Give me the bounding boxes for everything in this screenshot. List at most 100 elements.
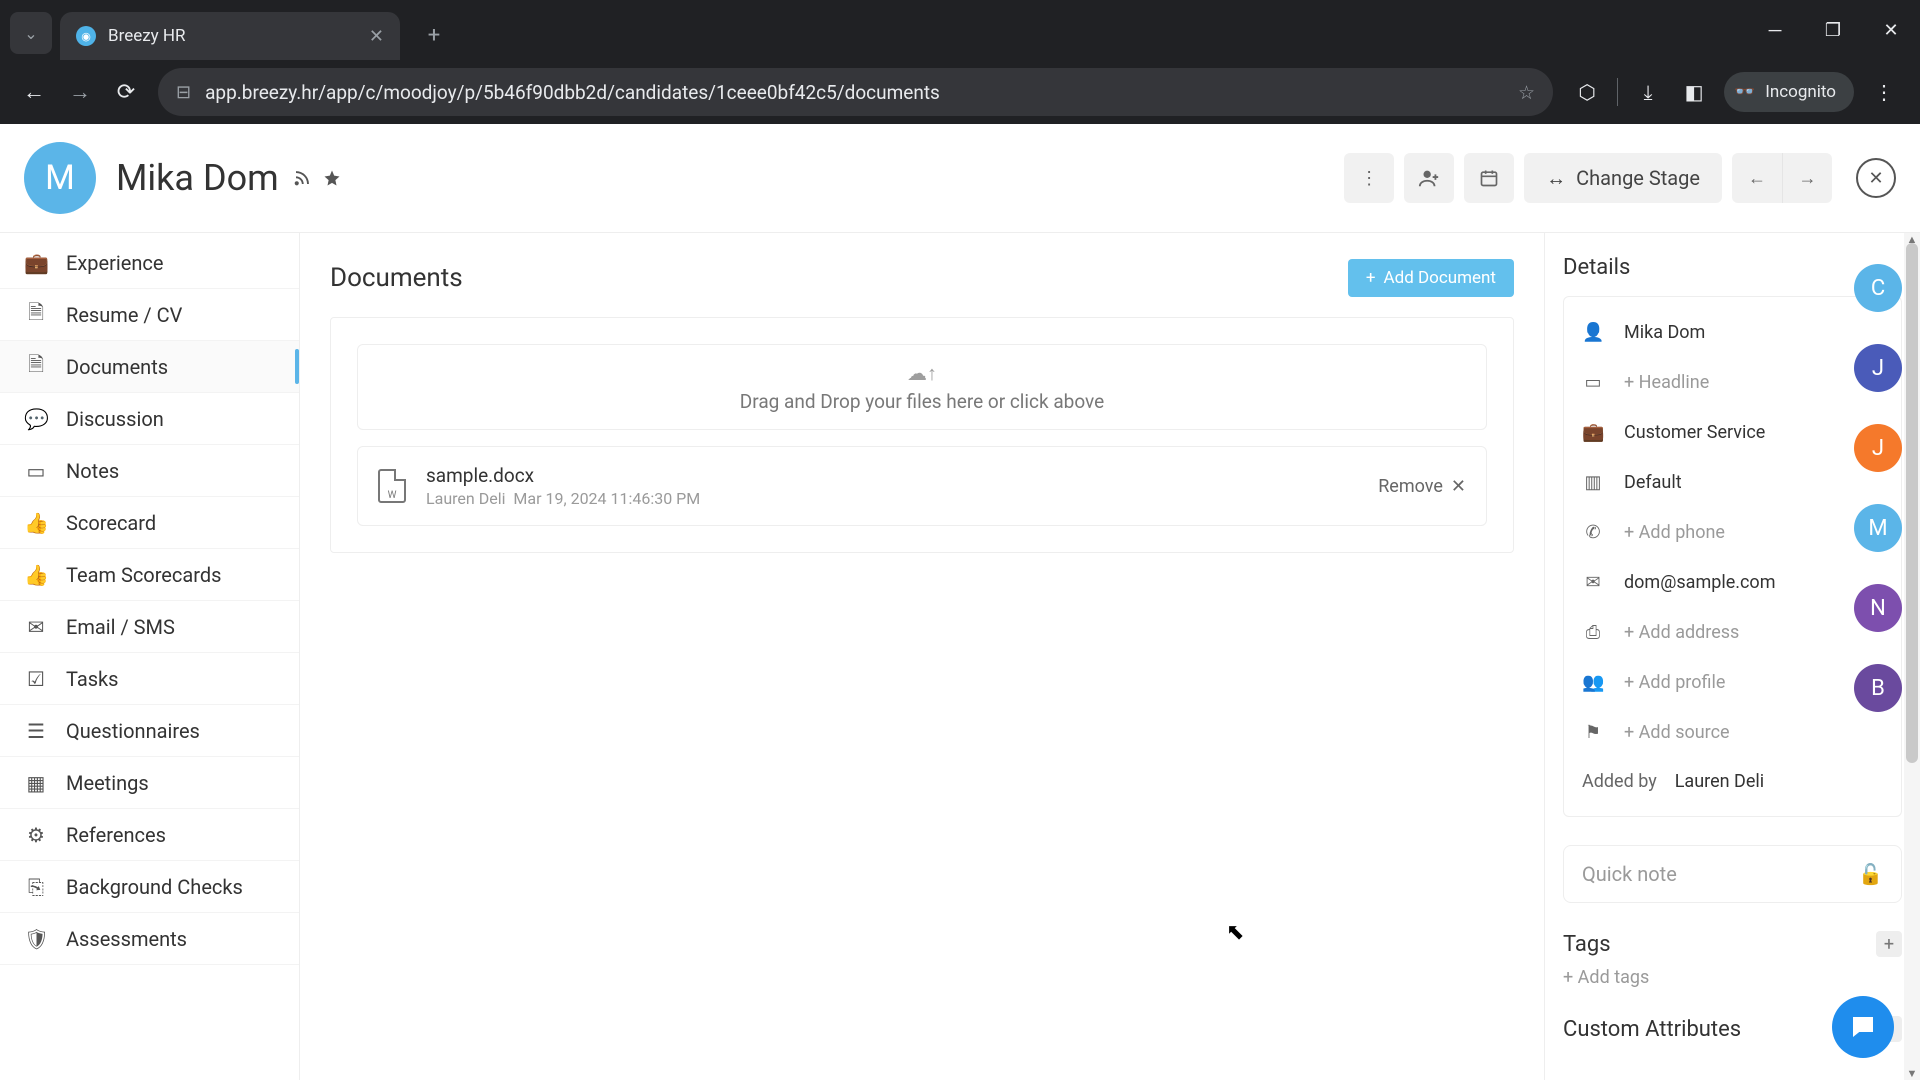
candidate-avatar[interactable]: M bbox=[24, 142, 96, 214]
add-document-button[interactable]: + Add Document bbox=[1348, 259, 1514, 297]
window-close[interactable]: ✕ bbox=[1862, 0, 1920, 60]
headline-icon: ▭ bbox=[1582, 372, 1604, 393]
window-minimize[interactable]: ─ bbox=[1746, 0, 1804, 60]
sidebar-item-label: Meetings bbox=[66, 771, 149, 795]
file-dropzone[interactable]: ☁↑ Drag and Drop your files here or clic… bbox=[357, 344, 1487, 430]
new-tab-button[interactable]: + bbox=[418, 23, 450, 48]
candidate-header: M Mika Dom ⋮ ↔ Change Stage ← bbox=[0, 124, 1920, 232]
detail-source[interactable]: ⚑+ Add source bbox=[1564, 707, 1901, 757]
nav-forward: → bbox=[60, 72, 100, 112]
scroll-down-icon[interactable]: ▼ bbox=[1906, 1067, 1918, 1080]
sidebar-item-label: Tasks bbox=[66, 667, 119, 691]
sidebar-item-label: Questionnaires bbox=[66, 719, 200, 743]
sidebar-item-documents[interactable]: 🗎Documents bbox=[0, 341, 299, 393]
close-panel-button[interactable]: ✕ bbox=[1856, 158, 1896, 198]
remove-document-button[interactable]: Remove ✕ bbox=[1378, 476, 1466, 497]
detail-phone[interactable]: ✆+ Add phone bbox=[1564, 507, 1901, 557]
sidebar-item-references[interactable]: ⚙References bbox=[0, 809, 299, 861]
swap-icon: ↔ bbox=[1546, 166, 1566, 191]
address-bar[interactable]: ⊟ app.breezy.hr/app/c/moodjoy/p/5b46f90d… bbox=[158, 68, 1553, 116]
sidebar-item-email-sms[interactable]: ✉Email / SMS bbox=[0, 601, 299, 653]
detail-email[interactable]: ✉dom@sample.com bbox=[1564, 557, 1901, 607]
rss-icon[interactable] bbox=[293, 169, 311, 187]
tabs-dropdown[interactable]: ⌄ bbox=[10, 12, 52, 54]
add-document-label: Add Document bbox=[1384, 268, 1496, 288]
chat-icon: 💬 bbox=[24, 407, 48, 431]
collaborator-avatar[interactable]: J bbox=[1854, 424, 1902, 472]
collaborator-avatar[interactable]: C bbox=[1854, 264, 1902, 312]
collaborator-avatar[interactable]: J bbox=[1854, 344, 1902, 392]
sidebar-item-tasks[interactable]: ☑ Tasks bbox=[0, 653, 299, 705]
check-icon: ☑ bbox=[24, 667, 48, 691]
nav-back[interactable]: ← bbox=[14, 72, 54, 112]
added-by-value: Lauren Deli bbox=[1675, 771, 1764, 792]
sidebar-item-label: Documents bbox=[66, 355, 168, 379]
star-icon[interactable] bbox=[323, 169, 341, 187]
sidebar-item-label: Assessments bbox=[66, 927, 187, 951]
site-info-icon[interactable]: ⊟ bbox=[176, 82, 191, 103]
next-candidate-button[interactable]: → bbox=[1782, 153, 1832, 203]
downloads-icon[interactable]: ⤓ bbox=[1626, 70, 1670, 114]
collaborator-avatar[interactable]: N bbox=[1854, 584, 1902, 632]
add-tag-button[interactable]: + bbox=[1876, 931, 1902, 957]
sidebar-item-discussion[interactable]: 💬Discussion bbox=[0, 393, 299, 445]
sidebar-item-questionnaires[interactable]: ☰Questionnaires bbox=[0, 705, 299, 757]
document-row[interactable]: W sample.docx Lauren Deli Mar 19, 2024 1… bbox=[357, 446, 1487, 526]
help-chat-fab[interactable] bbox=[1832, 996, 1894, 1058]
change-stage-button[interactable]: ↔ Change Stage bbox=[1524, 153, 1722, 203]
schedule-button[interactable] bbox=[1464, 153, 1514, 203]
cloud-upload-icon: ☁↑ bbox=[907, 361, 937, 386]
browser-menu-icon[interactable]: ⋮ bbox=[1862, 70, 1906, 114]
incognito-badge[interactable]: 👓 Incognito bbox=[1724, 72, 1854, 112]
detail-profile[interactable]: 👥+ Add profile bbox=[1564, 657, 1901, 707]
quick-note-input[interactable]: Quick note 🔓 bbox=[1563, 845, 1902, 903]
favicon: ◉ bbox=[76, 26, 96, 46]
added-by-label: Added by bbox=[1582, 771, 1657, 792]
id-card-icon: ⎘ bbox=[24, 875, 48, 899]
tab-close-icon[interactable]: ✕ bbox=[369, 26, 384, 47]
lock-icon: 🔓 bbox=[1858, 862, 1883, 886]
sidebar-item-label: Team Scorecards bbox=[66, 563, 221, 587]
shield-icon: 🛡 bbox=[24, 927, 48, 951]
sidebar-item-background-checks[interactable]: ⎘Background Checks bbox=[0, 861, 299, 913]
assign-user-button[interactable] bbox=[1404, 153, 1454, 203]
extensions-icon[interactable]: ⬡ bbox=[1565, 70, 1609, 114]
collaborator-rail: C J J M N B bbox=[1854, 264, 1902, 712]
sidebar-item-resume[interactable]: 🗎Resume / CV bbox=[0, 289, 299, 341]
sidebar-item-team-scorecards[interactable]: 👍Team Scorecards bbox=[0, 549, 299, 601]
scroll-thumb[interactable] bbox=[1906, 243, 1918, 763]
scrollbar[interactable]: ▲ ▼ bbox=[1904, 233, 1920, 1080]
phone-icon: ✆ bbox=[1582, 522, 1604, 543]
briefcase-icon: 💼 bbox=[24, 251, 48, 275]
calendar-icon: ▦ bbox=[24, 771, 48, 795]
mail-icon: ✉ bbox=[1582, 572, 1604, 593]
close-icon: ✕ bbox=[1451, 476, 1466, 497]
window-maximize[interactable]: ❐ bbox=[1804, 0, 1862, 60]
sidepanel-icon[interactable]: ◧ bbox=[1672, 70, 1716, 114]
more-actions-button[interactable]: ⋮ bbox=[1344, 153, 1394, 203]
sidebar-item-scorecard[interactable]: 👍Scorecard bbox=[0, 497, 299, 549]
sidebar-item-label: Notes bbox=[66, 459, 119, 483]
sidebar-item-meetings[interactable]: ▦ Meetings bbox=[0, 757, 299, 809]
user-icon: 👤 bbox=[1582, 322, 1604, 343]
mail-icon: ✉ bbox=[24, 615, 48, 639]
add-tags-link[interactable]: + Add tags bbox=[1563, 967, 1902, 988]
app-root: M Mika Dom ⋮ ↔ Change Stage ← bbox=[0, 124, 1920, 1080]
tab-title: Breezy HR bbox=[108, 26, 186, 46]
bookmark-star-icon[interactable]: ☆ bbox=[1518, 81, 1535, 104]
detail-pipeline[interactable]: ▥Default bbox=[1564, 457, 1901, 507]
prev-candidate-button[interactable]: ← bbox=[1732, 153, 1782, 203]
detail-position[interactable]: 💼Customer Service bbox=[1564, 407, 1901, 457]
nav-reload[interactable]: ⟳ bbox=[106, 72, 146, 112]
detail-headline[interactable]: ▭+ Headline bbox=[1564, 357, 1901, 407]
collaborator-avatar[interactable]: M bbox=[1854, 504, 1902, 552]
sidebar-item-label: Scorecard bbox=[66, 511, 156, 535]
sidebar-item-experience[interactable]: 💼Experience bbox=[0, 237, 299, 289]
sidebar-item-assessments[interactable]: 🛡 Assessments bbox=[0, 913, 299, 965]
collaborator-avatar[interactable]: B bbox=[1854, 664, 1902, 712]
browser-tab[interactable]: ◉ Breezy HR ✕ bbox=[60, 12, 400, 60]
detail-address[interactable]: ⎙+ Add address bbox=[1564, 607, 1901, 657]
sidebar-item-notes[interactable]: ▭Notes bbox=[0, 445, 299, 497]
detail-name[interactable]: 👤Mika Dom bbox=[1564, 307, 1901, 357]
section-title: Documents bbox=[330, 263, 463, 293]
